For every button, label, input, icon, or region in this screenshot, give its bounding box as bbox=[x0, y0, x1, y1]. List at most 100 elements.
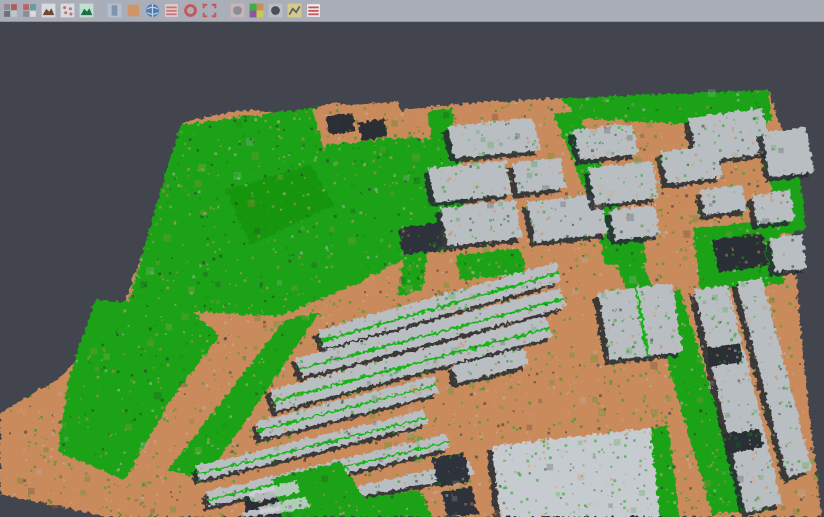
cloud-point bbox=[176, 503, 178, 505]
cloud-point bbox=[608, 345, 610, 347]
cloud-point bbox=[572, 402, 574, 404]
cloud-point bbox=[534, 140, 536, 142]
cloud-point bbox=[677, 470, 680, 473]
cloud-point bbox=[70, 450, 72, 452]
render-ball-icon[interactable] bbox=[268, 3, 283, 18]
cloud-point bbox=[598, 451, 600, 453]
cloud-point bbox=[700, 472, 702, 474]
cloud-point bbox=[128, 484, 131, 487]
cloud-point bbox=[478, 421, 481, 424]
cloud-point bbox=[280, 393, 282, 395]
cloud-point bbox=[58, 421, 61, 424]
flag-icon[interactable] bbox=[306, 3, 321, 18]
cloud-point bbox=[758, 129, 760, 131]
cloud-point bbox=[191, 340, 193, 342]
cloud-point bbox=[740, 508, 741, 509]
cloud-point bbox=[654, 195, 656, 197]
cloud-point bbox=[108, 385, 111, 388]
cloud-point bbox=[326, 115, 328, 117]
cloud-point bbox=[342, 227, 347, 232]
cloud-point bbox=[221, 331, 223, 333]
cloud-point bbox=[711, 474, 713, 476]
cloud-point bbox=[230, 432, 233, 435]
cloud-point bbox=[266, 348, 268, 350]
cloud-point bbox=[212, 258, 215, 261]
cloud-point bbox=[541, 371, 543, 373]
cloud-point bbox=[526, 112, 527, 113]
cloud-point bbox=[434, 462, 436, 464]
cloud-point bbox=[449, 384, 451, 386]
cloud-point bbox=[327, 173, 334, 180]
cloud-point bbox=[552, 122, 553, 123]
sparse-points-icon[interactable] bbox=[60, 3, 75, 18]
cloud-point bbox=[477, 259, 480, 262]
terrain-icon[interactable] bbox=[41, 3, 56, 18]
cloud-point bbox=[389, 186, 391, 188]
cloud-point bbox=[491, 190, 493, 192]
cloud-point bbox=[775, 451, 777, 453]
ground-class-icon[interactable] bbox=[126, 3, 141, 18]
cloud-point bbox=[418, 192, 419, 193]
cloud-point bbox=[229, 452, 231, 454]
cloud-point bbox=[680, 217, 683, 220]
cloud-point bbox=[621, 140, 622, 141]
cloud-point bbox=[582, 449, 584, 451]
cloud-point bbox=[239, 274, 241, 276]
cloud-point bbox=[659, 236, 661, 238]
cloud-point bbox=[482, 354, 485, 357]
cloud-point bbox=[145, 315, 147, 317]
attribute-table-icon[interactable] bbox=[164, 3, 179, 18]
merge-clouds-icon[interactable] bbox=[22, 3, 37, 18]
cloud-point bbox=[531, 161, 537, 167]
cloud-point bbox=[289, 342, 292, 345]
sphere-view-icon[interactable] bbox=[230, 3, 245, 18]
cloud-point bbox=[276, 125, 278, 127]
cloud-point bbox=[752, 507, 755, 510]
cloud-point bbox=[479, 213, 482, 216]
cloud-point bbox=[508, 175, 511, 178]
cloud-point bbox=[158, 297, 160, 299]
cloud-point bbox=[170, 491, 172, 493]
cloud-point bbox=[447, 387, 449, 389]
cloud-point bbox=[789, 441, 792, 444]
cloud-point bbox=[580, 398, 587, 405]
cloud-point bbox=[589, 136, 590, 137]
cloud-point bbox=[635, 97, 638, 100]
cloud-point bbox=[736, 392, 738, 394]
cloud-point bbox=[736, 506, 737, 507]
classify-points-icon[interactable] bbox=[3, 3, 18, 18]
globe-icon[interactable] bbox=[145, 3, 160, 18]
cloud-point bbox=[486, 170, 489, 173]
cloud-point bbox=[641, 291, 643, 293]
viewport-3d[interactable] bbox=[0, 23, 824, 517]
cloud-point bbox=[240, 484, 242, 486]
circle-select-icon[interactable] bbox=[183, 3, 198, 18]
cloud-point bbox=[732, 248, 734, 250]
cloud-point bbox=[131, 412, 133, 414]
cloud-point bbox=[559, 449, 566, 456]
cloud-point bbox=[569, 413, 571, 415]
cloud-point bbox=[741, 342, 743, 344]
cloud-point bbox=[609, 380, 612, 383]
classification-colors-icon[interactable] bbox=[249, 3, 264, 18]
cloud-point bbox=[588, 503, 591, 506]
cloud-point bbox=[609, 110, 611, 112]
cloud-point bbox=[735, 123, 736, 124]
cloud-point bbox=[646, 405, 648, 407]
cloud-point bbox=[120, 463, 122, 465]
cloud-point bbox=[507, 215, 510, 218]
measure-icon[interactable] bbox=[287, 3, 302, 18]
cloud-point bbox=[754, 369, 755, 370]
cloud-point bbox=[749, 440, 751, 442]
cloud-point bbox=[271, 385, 274, 388]
building-column-icon[interactable] bbox=[107, 3, 122, 18]
vegetation-surface-icon[interactable] bbox=[79, 3, 94, 18]
cloud-point bbox=[649, 432, 651, 434]
cloud-point bbox=[642, 305, 644, 307]
point-cloud-scene[interactable] bbox=[0, 23, 824, 517]
cloud-point bbox=[267, 418, 270, 421]
cloud-point bbox=[372, 439, 373, 440]
crop-box-icon[interactable] bbox=[202, 3, 217, 18]
cloud-point bbox=[440, 500, 442, 502]
cloud-point bbox=[48, 387, 50, 389]
